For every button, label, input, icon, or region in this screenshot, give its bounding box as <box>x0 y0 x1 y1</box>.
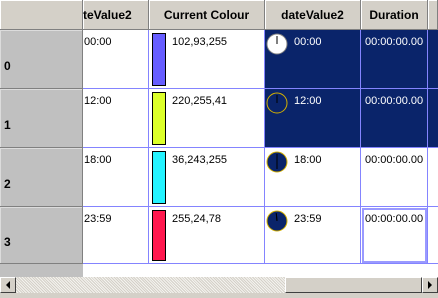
clock-icon <box>266 92 288 114</box>
colour-swatch <box>152 92 166 145</box>
row-header[interactable]: 2 <box>0 148 83 207</box>
cell-text: 00:00 <box>294 36 322 48</box>
cell-text: 00:00:00.00 <box>365 95 424 107</box>
row-header[interactable]: 1 <box>0 89 83 148</box>
cell-text: 12:00 <box>84 95 112 107</box>
row-header-label: 3 <box>4 235 11 249</box>
cell-timevalue2[interactable]: 00:00 <box>83 30 149 89</box>
cell-datevalue2[interactable]: 12:00 <box>265 89 361 148</box>
clock-icon <box>266 33 288 55</box>
cell-text: 18:00 <box>84 154 112 166</box>
arrow-left-icon[interactable] <box>0 277 16 293</box>
cell-duration[interactable]: 00:00:00.00 <box>361 207 428 264</box>
cell-datevalue2[interactable]: 18:00 <box>265 148 361 207</box>
column-header-timevalue2[interactable]: teValue2 <box>83 0 149 30</box>
column-header-datevalue2[interactable]: dateValue2 <box>265 0 361 30</box>
data-grid[interactable]: teValue2 Current Colour dateValue2 Durat… <box>0 0 438 264</box>
cell-duration[interactable]: 00:00:00.00 <box>361 30 428 89</box>
arrow-right-icon[interactable] <box>422 277 438 293</box>
column-header-current-colour[interactable]: Current Colour <box>149 0 265 30</box>
cell-text: 00:00:00.00 <box>365 36 424 48</box>
row-header[interactable]: 3 <box>0 207 83 264</box>
cell-current-colour[interactable]: 102,93,255 <box>149 30 265 89</box>
cell-text: 255,24,78 <box>172 213 221 225</box>
cell-overflow <box>428 89 438 148</box>
colour-swatch <box>152 151 166 204</box>
clock-icon <box>266 151 288 173</box>
cell-duration[interactable]: 00:00:00.00 <box>361 148 428 207</box>
scrollbar-thumb[interactable] <box>285 277 422 293</box>
cell-current-colour[interactable]: 220,255,41 <box>149 89 265 148</box>
cell-text: 36,243,255 <box>172 154 228 166</box>
column-header-label: teValue2 <box>83 7 132 22</box>
cell-datevalue2[interactable]: 00:00 <box>265 30 361 89</box>
cell-current-colour[interactable]: 255,24,78 <box>149 207 265 264</box>
cell-timevalue2[interactable]: 18:00 <box>83 148 149 207</box>
cell-overflow <box>428 148 438 207</box>
window-bottom-edge <box>0 293 438 298</box>
row-header-label: 2 <box>4 177 11 191</box>
cell-text: 23:59 <box>294 213 322 225</box>
colour-swatch <box>152 33 166 86</box>
cell-current-colour[interactable]: 36,243,255 <box>149 148 265 207</box>
row-header[interactable]: 0 <box>0 30 83 89</box>
cell-text: 102,93,255 <box>172 36 228 48</box>
cell-duration[interactable]: 00:00:00.00 <box>361 89 428 148</box>
colour-swatch <box>152 210 166 261</box>
cell-text: 220,255,41 <box>172 95 228 107</box>
cell-datevalue2[interactable]: 23:59 <box>265 207 361 264</box>
cell-timevalue2[interactable]: 12:00 <box>83 89 149 148</box>
clock-icon <box>266 210 288 232</box>
cell-text: 23:59 <box>84 213 112 225</box>
column-header-label: Duration <box>369 7 419 22</box>
row-header-label: 0 <box>4 59 11 73</box>
row-header-label: 1 <box>4 118 11 132</box>
cell-text: 00:00:00.00 <box>365 213 424 225</box>
cell-text: 12:00 <box>294 95 322 107</box>
column-header-label: Current Colour <box>163 7 250 22</box>
column-header-label: dateValue2 <box>281 7 344 22</box>
cell-overflow <box>428 30 438 89</box>
column-header-duration[interactable]: Duration <box>361 0 428 30</box>
grid-corner <box>0 0 83 30</box>
cell-text: 00:00:00.00 <box>365 154 424 166</box>
cell-timevalue2[interactable]: 23:59 <box>83 207 149 264</box>
cell-overflow <box>428 207 438 264</box>
cell-text: 18:00 <box>294 154 322 166</box>
row-header-empty <box>0 264 83 277</box>
column-header-overflow <box>428 0 438 30</box>
cell-text: 00:00 <box>84 36 112 48</box>
